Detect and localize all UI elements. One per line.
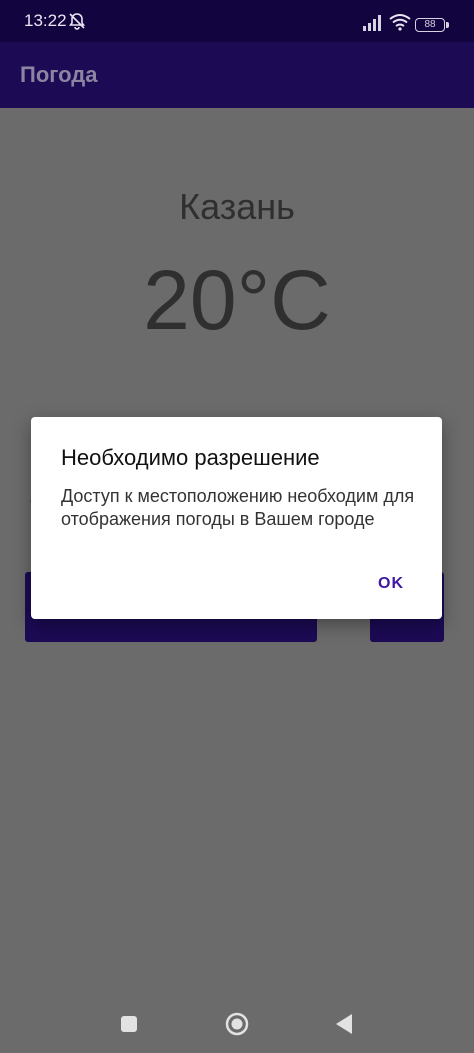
app-title: Погода [20,62,98,87]
dialog-message: Доступ к местоположению необходим для от… [61,486,415,529]
back-icon[interactable] [334,1012,354,1036]
dialog-title: Необходимо разрешение [61,445,320,470]
status-time: 13:22 [24,11,67,30]
signal-icon [363,15,381,31]
home-icon[interactable] [225,1012,249,1036]
navigation-bar [0,990,474,1053]
bell-muted-icon [68,13,86,30]
status-bar: 13:22 88 [0,0,474,42]
battery-tip [446,22,449,28]
battery-icon: 88 [415,18,445,32]
app-bar: Погода [0,42,474,108]
temperature: 20°C [143,253,331,347]
city-name: Казань [179,186,295,227]
recents-icon[interactable] [121,1016,137,1032]
permission-dialog: Необходимо разрешение Доступ к местополо… [31,417,442,619]
wifi-icon [389,14,411,31]
ok-button[interactable]: OK [378,575,404,593]
battery-level: 88 [424,19,436,30]
